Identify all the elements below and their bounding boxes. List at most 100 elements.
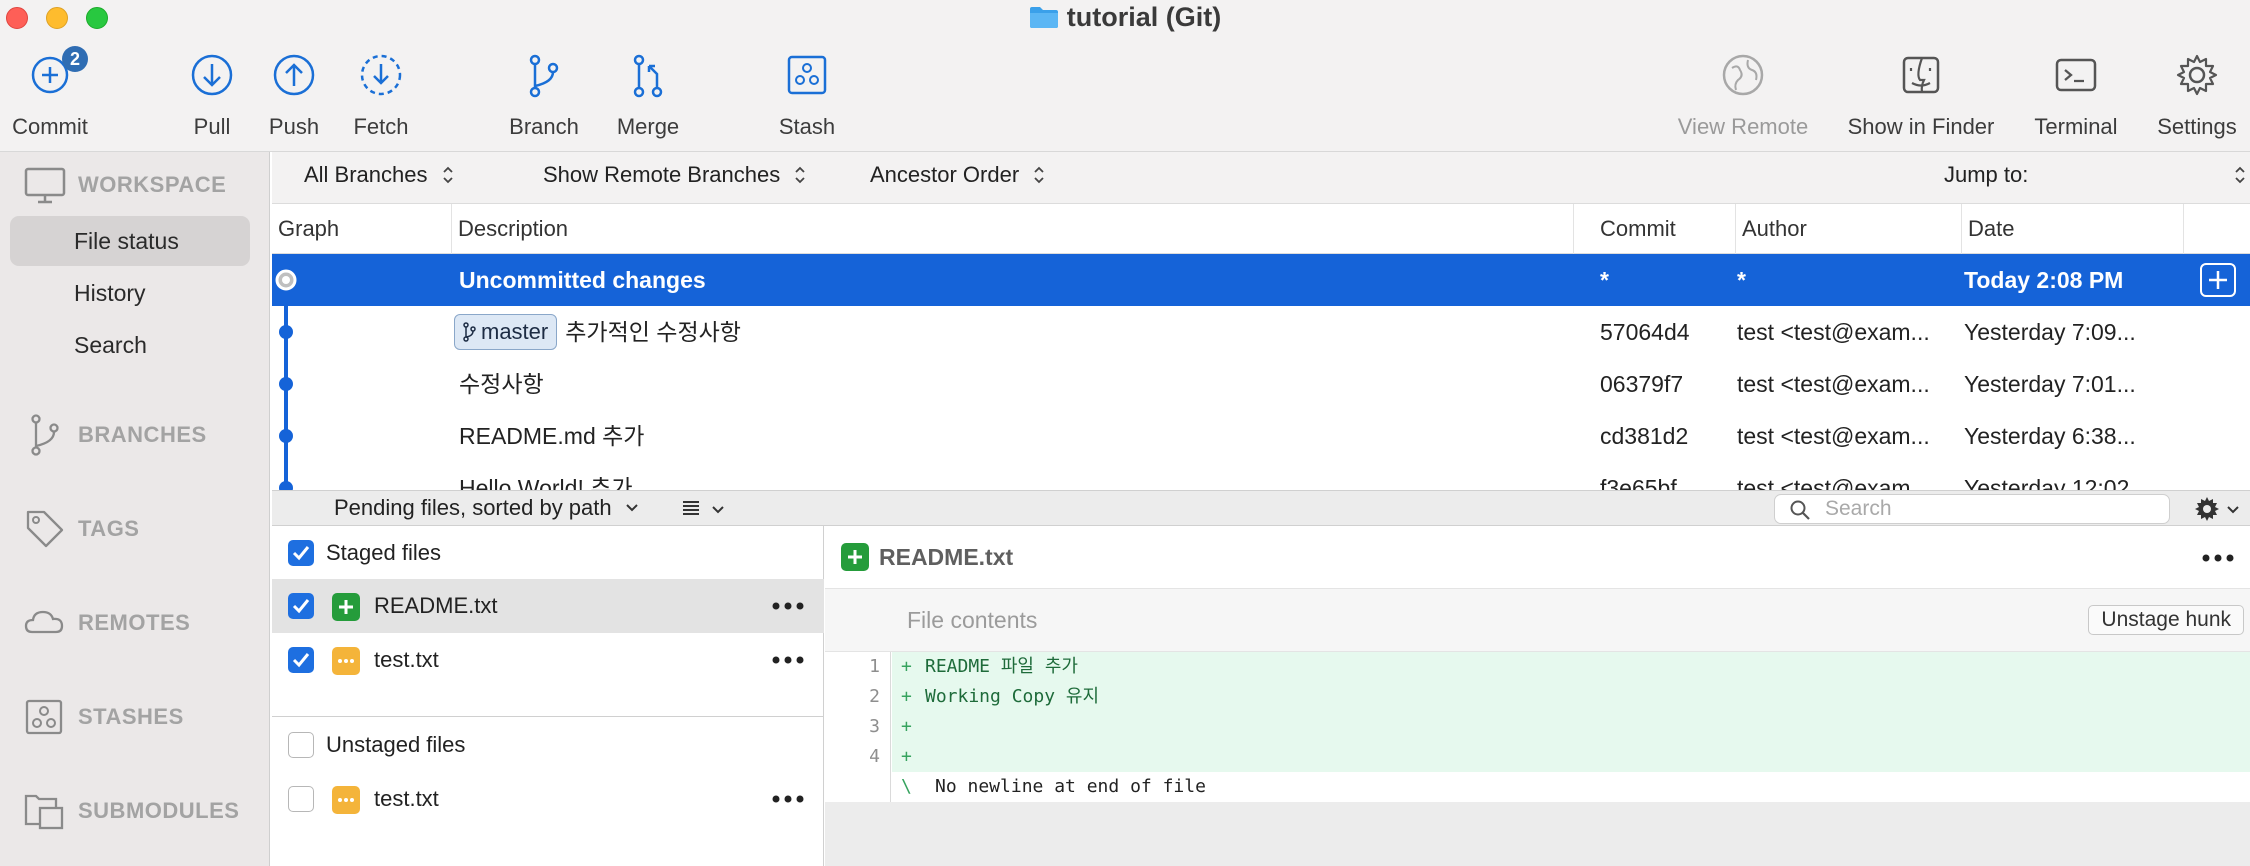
note-mark: \ (901, 776, 912, 797)
show-in-finder-button[interactable]: Show in Finder (1843, 50, 1999, 140)
order-select[interactable]: Ancestor Order (870, 162, 1045, 188)
column-header-date[interactable]: Date (1962, 204, 2184, 254)
unstaged-file-row[interactable]: test.txt (272, 772, 824, 826)
remote-branches-value: Show Remote Branches (543, 162, 781, 187)
pending-files-bar: Pending files, sorted by path (272, 490, 2250, 526)
file-search-box[interactable] (1774, 494, 2170, 524)
sidebar-item-label: File status (74, 228, 179, 254)
commit-row[interactable]: master 추가적인 수정사항 57064d4 test <test@exam.… (272, 306, 2250, 358)
commit-hash: f3e65bf (1600, 475, 1677, 490)
file-checkbox[interactable] (288, 593, 314, 619)
commit-graph (275, 269, 297, 490)
branch-button[interactable]: Branch (503, 50, 585, 140)
unstaged-files-checkbox[interactable] (288, 732, 314, 758)
search-input[interactable] (1825, 497, 2155, 521)
add-icon[interactable] (2200, 263, 2236, 297)
unstage-hunk-button[interactable]: Unstage hunk (2088, 605, 2244, 635)
log-column-headers: Graph Description Commit Author Date (272, 204, 2250, 254)
sidebar-stashes-label: STASHES (78, 704, 184, 729)
staged-file-row[interactable]: README.txt (272, 579, 824, 633)
more-options-icon[interactable] (770, 592, 806, 620)
file-name: README.txt (374, 593, 498, 618)
jump-to-select[interactable] (2234, 162, 2246, 188)
chevron-down-icon (712, 506, 725, 514)
staged-files-checkbox[interactable] (288, 540, 314, 566)
commit-button[interactable]: 2 Commit (8, 46, 92, 140)
column-header-author[interactable]: Author (1736, 204, 1962, 254)
branch-tag-master[interactable]: master (454, 314, 558, 350)
line-number: 2 (869, 686, 880, 707)
file-name: test.txt (374, 647, 439, 672)
view-remote-label: View Remote (1677, 114, 1809, 139)
note-text: No newline at end of file (935, 776, 1206, 797)
added-status-icon (332, 593, 360, 621)
branch-filter-select[interactable]: All Branches (304, 162, 454, 188)
sidebar-item-history[interactable]: History (10, 268, 250, 318)
commit-hash: 06379f7 (1600, 371, 1684, 397)
settings-button[interactable]: Settings (2152, 50, 2242, 140)
pull-arrow-down-icon (191, 54, 233, 96)
commit-row[interactable]: Hello World! 추가 f3e65bf test <test@exam.… (272, 462, 2250, 490)
merge-icon (633, 54, 663, 98)
remote-branches-select[interactable]: Show Remote Branches (543, 162, 806, 188)
sidebar-item-label: History (74, 280, 146, 306)
graph-node (279, 377, 293, 391)
updown-chevron-icon (2235, 166, 2245, 184)
commit-hash: 57064d4 (1600, 319, 1690, 345)
more-options-icon[interactable] (770, 785, 806, 813)
more-options-icon[interactable] (2200, 544, 2236, 572)
file-lists: Staged files README.txt test.txt Unstage… (272, 526, 824, 866)
staged-file-row[interactable]: test.txt (272, 633, 824, 687)
view-remote-button[interactable]: View Remote (1672, 50, 1814, 140)
sidebar: WORKSPACE File status History Search BRA… (0, 152, 270, 866)
push-button[interactable]: Push (264, 50, 324, 140)
updown-chevron-icon (442, 166, 453, 184)
commit-author: test <test@exam... (1737, 371, 1930, 397)
line-number: 1 (869, 656, 880, 677)
line-number: 3 (869, 716, 880, 737)
modified-status-icon (332, 647, 360, 675)
diff-code: 1 + README 파일 추가 2 + Working Copy 유지 3 + 4 + \… (825, 652, 2250, 802)
column-header-description[interactable]: Description (452, 204, 1574, 254)
graph-node-uncommitted-center (282, 276, 290, 284)
merge-button[interactable]: Merge (612, 50, 684, 140)
commit-row-uncommitted[interactable]: Uncommitted changes * * Today 2:08 PM (272, 254, 2250, 306)
finder-icon (1902, 56, 1940, 94)
merge-label: Merge (616, 114, 680, 139)
search-icon (1790, 500, 1810, 520)
column-header-commit[interactable]: Commit (1594, 204, 1736, 254)
sidebar-item-search[interactable]: Search (10, 320, 250, 370)
commit-description-cell: master 추가적인 수정사항 (454, 306, 741, 358)
terminal-label: Terminal (2034, 114, 2118, 139)
fetch-button[interactable]: Fetch (347, 50, 415, 140)
commit-author: test <test@exam... (1737, 423, 1930, 449)
column-header-graph[interactable]: Graph (272, 204, 452, 254)
file-checkbox[interactable] (288, 786, 314, 812)
commit-date: Yesterday 12:02... (1964, 475, 2149, 490)
sidebar-item-file-status[interactable]: File status (10, 216, 250, 266)
pull-button[interactable]: Pull (182, 50, 242, 140)
commit-count-badge: 2 (62, 46, 88, 72)
branch-tag-label: master (481, 319, 549, 344)
more-options-icon[interactable] (770, 646, 806, 674)
added-status-icon (841, 543, 869, 571)
diff-note-line: \ No newline at end of file (825, 772, 2250, 802)
tag-icon (26, 510, 64, 548)
commit-label: Commit (12, 114, 88, 139)
jump-to-label: Jump to: (1944, 162, 2029, 187)
options-menu[interactable] (2192, 494, 2240, 529)
commit-row[interactable]: 수정사항 06379f7 test <test@exam... Yesterda… (272, 358, 2250, 410)
stash-button[interactable]: Stash (774, 50, 840, 140)
stash-icon (25, 699, 63, 735)
terminal-button[interactable]: Terminal (2031, 50, 2121, 140)
commit-row[interactable]: README.md 추가 cd381d2 test <test@exam... … (272, 410, 2250, 462)
commit-description: 추가적인 수정사항 (565, 319, 741, 345)
show-in-finder-label: Show in Finder (1847, 114, 1995, 139)
list-icon (683, 501, 699, 515)
pending-sort-menu[interactable]: Pending files, sorted by path (334, 495, 640, 521)
file-checkbox[interactable] (288, 647, 314, 673)
modified-status-icon (332, 786, 360, 814)
pending-sort-label: Pending files, sorted by path (334, 495, 612, 520)
graph-node (279, 325, 293, 339)
view-mode-menu[interactable] (680, 497, 726, 524)
